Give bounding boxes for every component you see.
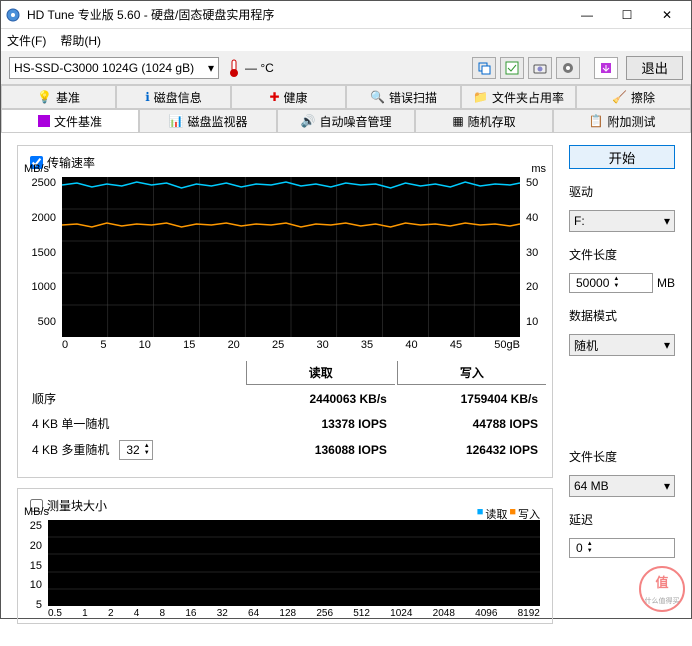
tab-error-scan[interactable]: 🔍错误扫描 — [346, 85, 461, 108]
block-size-chart — [48, 520, 540, 606]
svg-text:值: 值 — [655, 575, 668, 590]
drive-letter-select[interactable]: F:▾ — [569, 210, 675, 232]
file-length-label: 文件长度 — [569, 246, 675, 263]
menu-help[interactable]: 帮助(H) — [60, 32, 101, 49]
delay-label: 延迟 — [569, 511, 675, 528]
drive-label: 驱动 — [569, 183, 675, 200]
block-size-section: 测量块大小 MB/s ■读取■写入 252015105 0.5124816326… — [17, 488, 553, 624]
transfer-rate-checkbox[interactable]: 传输速率 — [30, 154, 548, 171]
side-panel: 开始 驱动 F:▾ 文件长度 50000▲▼ MB 数据模式 随机▾ 文件长度 … — [569, 145, 675, 634]
file-bench-icon — [38, 115, 50, 127]
window-title: HD Tune 专业版 5.60 - 硬盘/固态硬盘实用程序 — [27, 6, 567, 23]
file-length-spinner[interactable]: 50000▲▼ — [569, 273, 653, 293]
queue-depth-spinner[interactable]: 32▲▼ — [119, 440, 152, 460]
copy-icon[interactable] — [472, 57, 496, 79]
results-table: 读取写入 顺序2440063 KB/s1759404 KB/s 4 KB 单一随… — [22, 359, 548, 465]
tab-random-access[interactable]: ▦随机存取 — [415, 109, 553, 132]
y-axis-2: 252015105 — [24, 520, 42, 619]
minimize-button[interactable]: — — [567, 2, 607, 28]
table-row: 4 KB 多重随机 32▲▼136088 IOPS126432 IOPS — [24, 437, 546, 463]
menubar: 文件(F) 帮助(H) — [1, 29, 691, 51]
transfer-rate-chart — [62, 177, 520, 337]
y-unit-2: MB/s — [24, 506, 49, 518]
close-button[interactable]: ✕ — [647, 2, 687, 28]
menu-file[interactable]: 文件(F) — [7, 32, 46, 49]
table-row: 顺序2440063 KB/s1759404 KB/s — [24, 387, 546, 410]
tab-disk-monitor[interactable]: 📊磁盘监视器 — [139, 109, 277, 132]
y-unit-left: MB/s — [24, 163, 49, 175]
app-icon — [5, 7, 21, 23]
x-axis-2: 0.512481632641282565121024204840968192 — [48, 608, 540, 619]
tab-extra-tests[interactable]: 📋附加测试 — [553, 109, 691, 132]
block-size-checkbox[interactable]: 测量块大小 — [30, 497, 548, 514]
temperature: — °C — [227, 58, 274, 78]
tab-disk-info[interactable]: ℹ磁盘信息 — [116, 85, 231, 108]
x-axis: 05101520253035404550gB — [62, 339, 520, 351]
y-unit-right: ms — [531, 163, 546, 175]
settings-icon[interactable] — [556, 57, 580, 79]
tabs-row-1: 💡基准 ℹ磁盘信息 ✚健康 🔍错误扫描 📁文件夹占用率 🧹擦除 — [1, 85, 691, 109]
y-axis-left: 2500200015001000500 — [24, 177, 56, 351]
camera-icon[interactable] — [528, 57, 552, 79]
tab-benchmark[interactable]: 💡基准 — [1, 85, 116, 108]
maximize-button[interactable]: ☐ — [607, 2, 647, 28]
exit-button[interactable]: 退出 — [626, 56, 683, 80]
content: 传输速率 MB/s ms 2500200015001000500 5040302… — [1, 133, 691, 646]
toolbar: HS-SSD-C3000 1024G (1024 gB)▾ — °C 退出 — [1, 51, 691, 85]
file-length-2-label: 文件长度 — [569, 448, 675, 465]
tab-folder-usage[interactable]: 📁文件夹占用率 — [461, 85, 576, 108]
start-button[interactable]: 开始 — [569, 145, 675, 169]
tab-aam[interactable]: 🔊自动噪音管理 — [277, 109, 415, 132]
watermark-icon: 值 什么值得买 — [638, 565, 686, 613]
file-length-2-select[interactable]: 64 MB▾ — [569, 475, 675, 497]
titlebar: HD Tune 专业版 5.60 - 硬盘/固态硬盘实用程序 — ☐ ✕ — [1, 1, 691, 29]
table-row: 4 KB 单一随机13378 IOPS44788 IOPS — [24, 412, 546, 435]
tab-erase[interactable]: 🧹擦除 — [576, 85, 691, 108]
drive-select-value: HS-SSD-C3000 1024G (1024 gB) — [14, 61, 194, 75]
svg-text:什么值得买: 什么值得买 — [645, 596, 680, 605]
tab-file-benchmark[interactable]: 文件基准 — [1, 109, 139, 132]
thermometer-icon — [227, 58, 241, 78]
tabs-row-2: 文件基准 📊磁盘监视器 🔊自动噪音管理 ▦随机存取 📋附加测试 — [1, 109, 691, 133]
delay-spinner[interactable]: 0▲▼ — [569, 538, 675, 558]
save-icon[interactable] — [594, 57, 618, 79]
screenshot-icon[interactable] — [500, 57, 524, 79]
drive-select[interactable]: HS-SSD-C3000 1024G (1024 gB)▾ — [9, 57, 219, 79]
data-mode-label: 数据模式 — [569, 307, 675, 324]
tab-health[interactable]: ✚健康 — [231, 85, 346, 108]
y-axis-right: 5040302010 — [526, 177, 546, 351]
data-mode-select[interactable]: 随机▾ — [569, 334, 675, 356]
transfer-rate-section: 传输速率 MB/s ms 2500200015001000500 5040302… — [17, 145, 553, 478]
